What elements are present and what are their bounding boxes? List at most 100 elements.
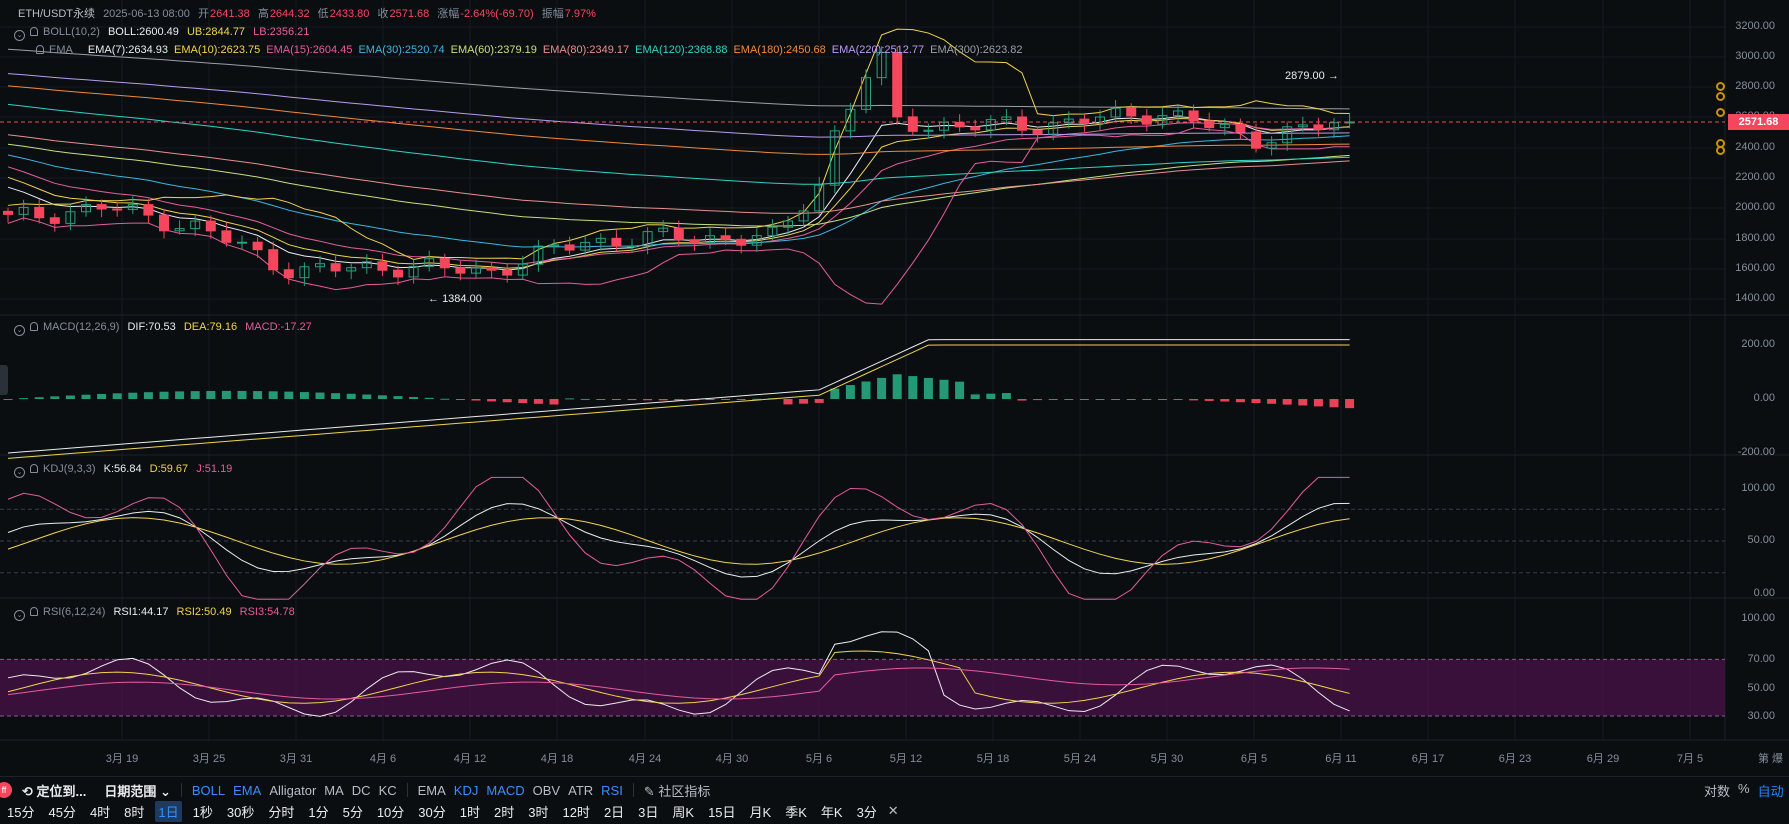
bell-icon[interactable] (30, 607, 38, 616)
period-1秒[interactable]: 1秒 (190, 801, 216, 822)
ema-value: EMA(120):2368.88 (635, 44, 728, 56)
macd-bar (1251, 399, 1261, 403)
main-indicator-MA[interactable]: MA (324, 783, 344, 798)
period-15日[interactable]: 15日 (705, 801, 738, 822)
macd-bar (1267, 399, 1277, 404)
macd-label[interactable]: MACD(12,26,9) (43, 321, 119, 333)
main-indicator-KC[interactable]: KC (379, 783, 397, 798)
bell-icon[interactable] (30, 322, 38, 331)
period-list: 15分 45分 4时 8时 1日 1秒 30秒 分时 1分 5分 10分 30分 1时 2时 3时 12时 2日… (0, 800, 903, 822)
bell-icon[interactable] (36, 45, 44, 54)
collapse-icon[interactable]: ⌄ (14, 467, 25, 478)
date-tick: 4月 6 (369, 753, 397, 765)
sub-indicator-ATR[interactable]: ATR (568, 783, 593, 798)
community-indicator-button[interactable]: ✎ 社区指标 (644, 781, 711, 800)
macd-value: MACD:-17.27 (245, 321, 312, 333)
ema-value: EMA(10):2623.75 (174, 44, 261, 56)
period-1日[interactable]: 1日 (155, 800, 182, 822)
candle-body (96, 204, 107, 210)
period-周K[interactable]: 周K (669, 801, 697, 822)
rsi-label[interactable]: RSI(6,12,24) (43, 606, 105, 618)
period-3分[interactable]: 3分 (854, 801, 880, 822)
period-8时[interactable]: 8时 (121, 801, 147, 822)
main-indicator-Alligator[interactable]: Alligator (269, 783, 316, 798)
scroll-dot-icon[interactable] (1716, 108, 1725, 117)
macd-bar (923, 377, 933, 399)
period-年K[interactable]: 年K (818, 801, 846, 822)
main-indicator-BOLL[interactable]: BOLL (192, 783, 225, 798)
bell-icon[interactable] (30, 464, 38, 473)
period-2时[interactable]: 2时 (491, 801, 517, 822)
macd-bar (1048, 399, 1058, 400)
period-3日[interactable]: 3日 (635, 801, 661, 822)
kdj-tick: 50.00 (1747, 534, 1775, 546)
sub-indicator-list: EMA KDJ MACD OBV ATR RSI (414, 783, 627, 798)
scroll-dot-icon[interactable] (1716, 146, 1725, 155)
sub-indicator-EMA[interactable]: EMA (418, 783, 446, 798)
macd-bar (861, 381, 871, 399)
candle-body (1141, 115, 1152, 125)
locate-button[interactable]: ⟲ 定位到... (22, 781, 86, 800)
period-12时[interactable]: 12时 (559, 801, 592, 822)
period-10分[interactable]: 10分 (374, 801, 407, 822)
price-tick: 1800.00 (1735, 232, 1775, 244)
period-3时[interactable]: 3时 (525, 801, 551, 822)
sub-indicator-MACD[interactable]: MACD (486, 783, 524, 798)
period-45分[interactable]: 45分 (45, 801, 78, 822)
main-indicator-DC[interactable]: DC (352, 783, 371, 798)
collapse-icon[interactable]: ⌄ (14, 610, 25, 621)
date-range-button[interactable]: 日期范围 ⌄ (104, 781, 171, 800)
macd-bar (1001, 393, 1011, 399)
period-1分[interactable]: 1分 (305, 801, 331, 822)
sub-indicator-KDJ[interactable]: KDJ (454, 783, 479, 798)
macd-bar (268, 391, 278, 399)
rsi-tick: 30.00 (1747, 710, 1775, 722)
collapse-icon[interactable]: ⌄ (14, 325, 25, 336)
scale-option-%[interactable]: % (1738, 781, 1750, 800)
period-5分[interactable]: 5分 (340, 801, 366, 822)
kdj-label[interactable]: KDJ(9,3,3) (43, 463, 96, 475)
candle-body (159, 214, 169, 232)
rsi-band (0, 659, 1725, 716)
macd-bar (1033, 399, 1043, 401)
panel-collapse-handle[interactable] (0, 365, 8, 395)
boll-label[interactable]: BOLL(10,2) (43, 26, 100, 38)
macd-bar (1189, 399, 1199, 401)
date-tick: 6月 11 (1325, 753, 1357, 765)
boll-legend: ⌄ BOLL(10,2) BOLL:2600.49 UB:2844.77 LB:2… (14, 25, 314, 41)
scroll-dot-icon[interactable] (1716, 92, 1725, 101)
candle-body (455, 267, 466, 274)
scroll-dot-icon[interactable] (1716, 82, 1725, 91)
close-icon[interactable]: ✕ (888, 803, 899, 819)
candle-body (205, 220, 216, 232)
period-4时[interactable]: 4时 (87, 801, 113, 822)
collapse-icon[interactable]: ⌄ (14, 30, 25, 41)
ema-label[interactable]: EMA (49, 44, 73, 56)
period-季K[interactable]: 季K (782, 801, 810, 822)
period-2日[interactable]: 2日 (601, 801, 627, 822)
scale-option-自动[interactable]: 自动 (1758, 781, 1784, 800)
period-分时[interactable]: 分时 (265, 801, 297, 822)
period-30秒[interactable]: 30秒 (224, 801, 257, 822)
kdj-legend: ⌄ KDJ(9,3,3) K:56.84 D:59.67 J:51.19 (14, 462, 237, 478)
period-15分[interactable]: 15分 (4, 801, 37, 822)
period-30分[interactable]: 30分 (415, 801, 448, 822)
sub-indicator-OBV[interactable]: OBV (533, 783, 560, 798)
scale-option-对数[interactable]: 对数 (1704, 781, 1730, 800)
chart-canvas[interactable] (0, 0, 1789, 776)
period-1时[interactable]: 1时 (457, 801, 483, 822)
bell-icon[interactable] (30, 27, 38, 36)
sub-indicator-RSI[interactable]: RSI (601, 783, 623, 798)
price-tick: 1600.00 (1735, 262, 1775, 274)
macd-bar (736, 399, 746, 400)
price-tick: 3000.00 (1735, 50, 1775, 62)
period-月K[interactable]: 月K (747, 801, 775, 822)
symbol-name[interactable]: ETH/USDT永续 (18, 8, 95, 20)
close-label: 收 (377, 8, 389, 20)
macd-tick: -200.00 (1737, 446, 1775, 458)
main-indicator-EMA[interactable]: EMA (233, 783, 261, 798)
candle-body (689, 239, 700, 244)
candle-body (283, 269, 294, 279)
macd-bar (1157, 399, 1167, 400)
macd-bar (939, 379, 949, 399)
